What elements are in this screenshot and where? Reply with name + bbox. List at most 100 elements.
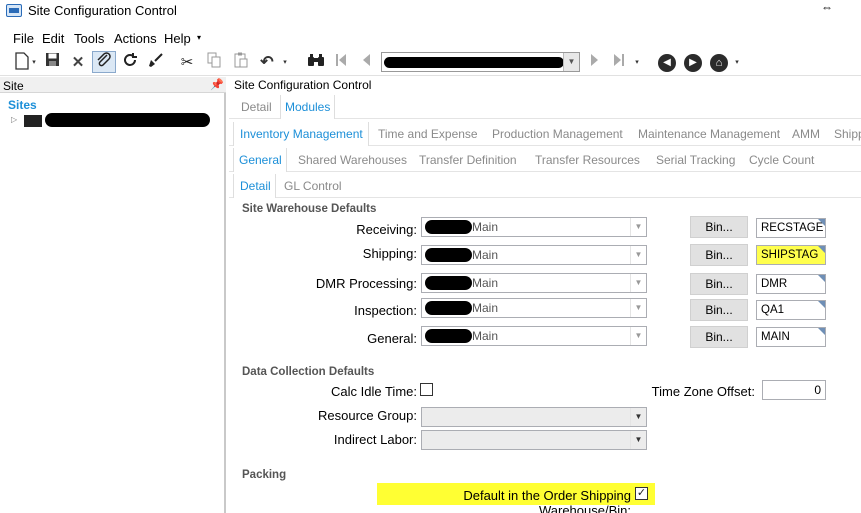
toolbar-overflow-icon[interactable]: ▾ <box>733 52 741 74</box>
cut-icon[interactable]: ✂ <box>176 52 198 74</box>
chevron-down-icon[interactable]: ▼ <box>630 218 646 236</box>
shipping-warehouse-value: Main <box>472 248 499 262</box>
next-record-icon[interactable] <box>585 52 605 74</box>
tab-inventory-management[interactable]: Inventory Management <box>240 127 363 141</box>
chevron-down-icon[interactable]: ▼ <box>630 299 646 317</box>
default-order-shipping-checkbox[interactable]: ✓ <box>635 487 648 500</box>
tab-modules[interactable]: Modules <box>285 100 330 114</box>
tab-maintenance-management[interactable]: Maintenance Management <box>638 127 780 141</box>
tab-transfer-definition[interactable]: Transfer Definition <box>419 153 517 167</box>
pin-icon[interactable]: 📌 <box>210 78 224 91</box>
tab-general[interactable]: General <box>239 153 282 167</box>
tab-amm[interactable]: AMM <box>792 127 820 141</box>
window-title: Site Configuration Control <box>28 3 177 18</box>
app-window: Site Configuration Control ⇔ File Edit T… <box>0 0 861 513</box>
resize-icon[interactable]: ⇔ <box>821 0 833 14</box>
redacted-site <box>425 248 472 262</box>
group-data-collection-defaults: Data Collection Defaults <box>242 366 375 378</box>
tab-shipping[interactable]: Shipp <box>834 127 861 141</box>
group-packing: Packing <box>242 469 287 481</box>
general-bin-field[interactable]: MAIN <box>756 327 826 347</box>
general-bin-button[interactable]: Bin... <box>690 326 748 348</box>
inspection-bin-button[interactable]: Bin... <box>690 299 748 321</box>
tab-transfer-resources[interactable]: Transfer Resources <box>535 153 640 167</box>
shipping-bin-button[interactable]: Bin... <box>690 244 748 266</box>
general-warehouse-combo[interactable]: Main ▼ <box>421 326 647 346</box>
inspection-bin-field[interactable]: QA1 <box>756 300 826 320</box>
calc-idle-time-checkbox[interactable] <box>420 383 433 396</box>
undo-dropdown-icon[interactable]: ▾ <box>281 52 289 74</box>
tab-detail[interactable]: Detail <box>241 100 272 114</box>
attachment-icon[interactable] <box>92 51 116 73</box>
new-dropdown-icon[interactable]: ▾ <box>30 52 38 74</box>
tab-cycle-count[interactable]: Cycle Count <box>749 153 814 167</box>
menu-edit[interactable]: Edit <box>42 31 64 46</box>
tab-production-management[interactable]: Production Management <box>492 127 623 141</box>
menu-file[interactable]: File <box>13 31 34 46</box>
chevron-down-icon[interactable]: ▼ <box>630 431 646 449</box>
delete-icon[interactable]: ✕ <box>67 52 89 74</box>
resource-group-label: Resource Group: <box>318 408 417 423</box>
forward-icon[interactable]: ▶ <box>684 54 702 72</box>
tab-shared-warehouses[interactable]: Shared Warehouses <box>298 153 407 167</box>
refresh-icon[interactable] <box>119 52 141 74</box>
dmr-warehouse-combo[interactable]: Main ▼ <box>421 273 647 293</box>
redacted-site <box>425 329 472 343</box>
tree-root-sites[interactable]: Sites <box>8 98 37 112</box>
receiving-bin-button[interactable]: Bin... <box>690 216 748 238</box>
save-icon[interactable] <box>41 52 63 74</box>
menu-bar: File Edit Tools Actions Help ▾ <box>0 24 861 48</box>
panel-title: Site Configuration Control <box>234 78 372 92</box>
chevron-down-icon[interactable]: ▼ <box>630 274 646 292</box>
expand-icon[interactable]: ▷ <box>11 115 17 124</box>
tab-serial-tracking[interactable]: Serial Tracking <box>656 153 735 167</box>
shipping-label: Shipping: <box>362 246 417 261</box>
shipping-bin-field[interactable]: SHIPSTAG <box>756 245 826 265</box>
dmr-bin-button[interactable]: Bin... <box>690 273 748 295</box>
menu-overflow-icon[interactable]: ▾ <box>197 33 201 42</box>
chevron-down-icon[interactable]: ▼ <box>630 327 646 345</box>
menu-tools[interactable]: Tools <box>74 31 104 46</box>
shipping-warehouse-combo[interactable]: Main ▼ <box>421 245 647 265</box>
dmr-processing-label: DMR Processing: <box>315 276 417 291</box>
default-order-shipping-label: Default in the Order Shipping Warehouse/… <box>463 488 631 513</box>
undo-icon[interactable]: ↶ <box>256 52 278 74</box>
receiving-bin-field[interactable]: RECSTAGE <box>756 218 826 238</box>
nav-dropdown-icon[interactable]: ▾ <box>633 52 641 74</box>
last-record-icon[interactable] <box>609 52 629 74</box>
indirect-labor-label: Indirect Labor: <box>333 432 417 447</box>
paste-icon[interactable] <box>230 52 252 74</box>
general-label: General: <box>367 331 417 346</box>
clear-icon[interactable] <box>145 52 167 74</box>
inspection-warehouse-combo[interactable]: Main ▼ <box>421 298 647 318</box>
folder-icon <box>24 115 42 127</box>
receiving-label: Receiving: <box>356 222 417 237</box>
tab-detail-inner[interactable]: Detail <box>240 179 271 193</box>
back-icon[interactable]: ◀ <box>658 54 676 72</box>
group-site-warehouse-defaults: Site Warehouse Defaults <box>242 203 377 215</box>
chevron-down-icon[interactable]: ▼ <box>630 246 646 264</box>
menu-actions[interactable]: Actions <box>114 31 157 46</box>
record-selector[interactable]: ▼ <box>381 52 580 72</box>
binoculars-icon[interactable] <box>305 52 327 74</box>
first-record-icon[interactable] <box>331 52 351 74</box>
copy-icon[interactable] <box>203 52 225 74</box>
indirect-labor-combo[interactable]: ▼ <box>421 430 647 450</box>
tab-time-and-expense[interactable]: Time and Expense <box>378 127 478 141</box>
receiving-warehouse-combo[interactable]: Main ▼ <box>421 217 647 237</box>
inspection-label: Inspection: <box>354 303 417 318</box>
tab-gl-control[interactable]: GL Control <box>284 179 342 193</box>
dmr-warehouse-value: Main <box>472 276 499 290</box>
home-icon[interactable]: ⌂ <box>710 54 728 72</box>
inspection-warehouse-value: Main <box>472 301 499 315</box>
chevron-down-icon[interactable]: ▼ <box>630 408 646 426</box>
panel-header-title: Site <box>3 79 24 93</box>
redacted-site-node[interactable] <box>45 113 210 127</box>
time-zone-offset-input[interactable]: 0 <box>762 380 826 400</box>
previous-record-icon[interactable] <box>356 52 376 74</box>
chevron-down-icon[interactable]: ▼ <box>563 53 579 71</box>
redacted-site <box>425 276 472 290</box>
resource-group-combo[interactable]: ▼ <box>421 407 647 427</box>
dmr-bin-field[interactable]: DMR <box>756 274 826 294</box>
menu-help[interactable]: Help <box>164 31 191 46</box>
